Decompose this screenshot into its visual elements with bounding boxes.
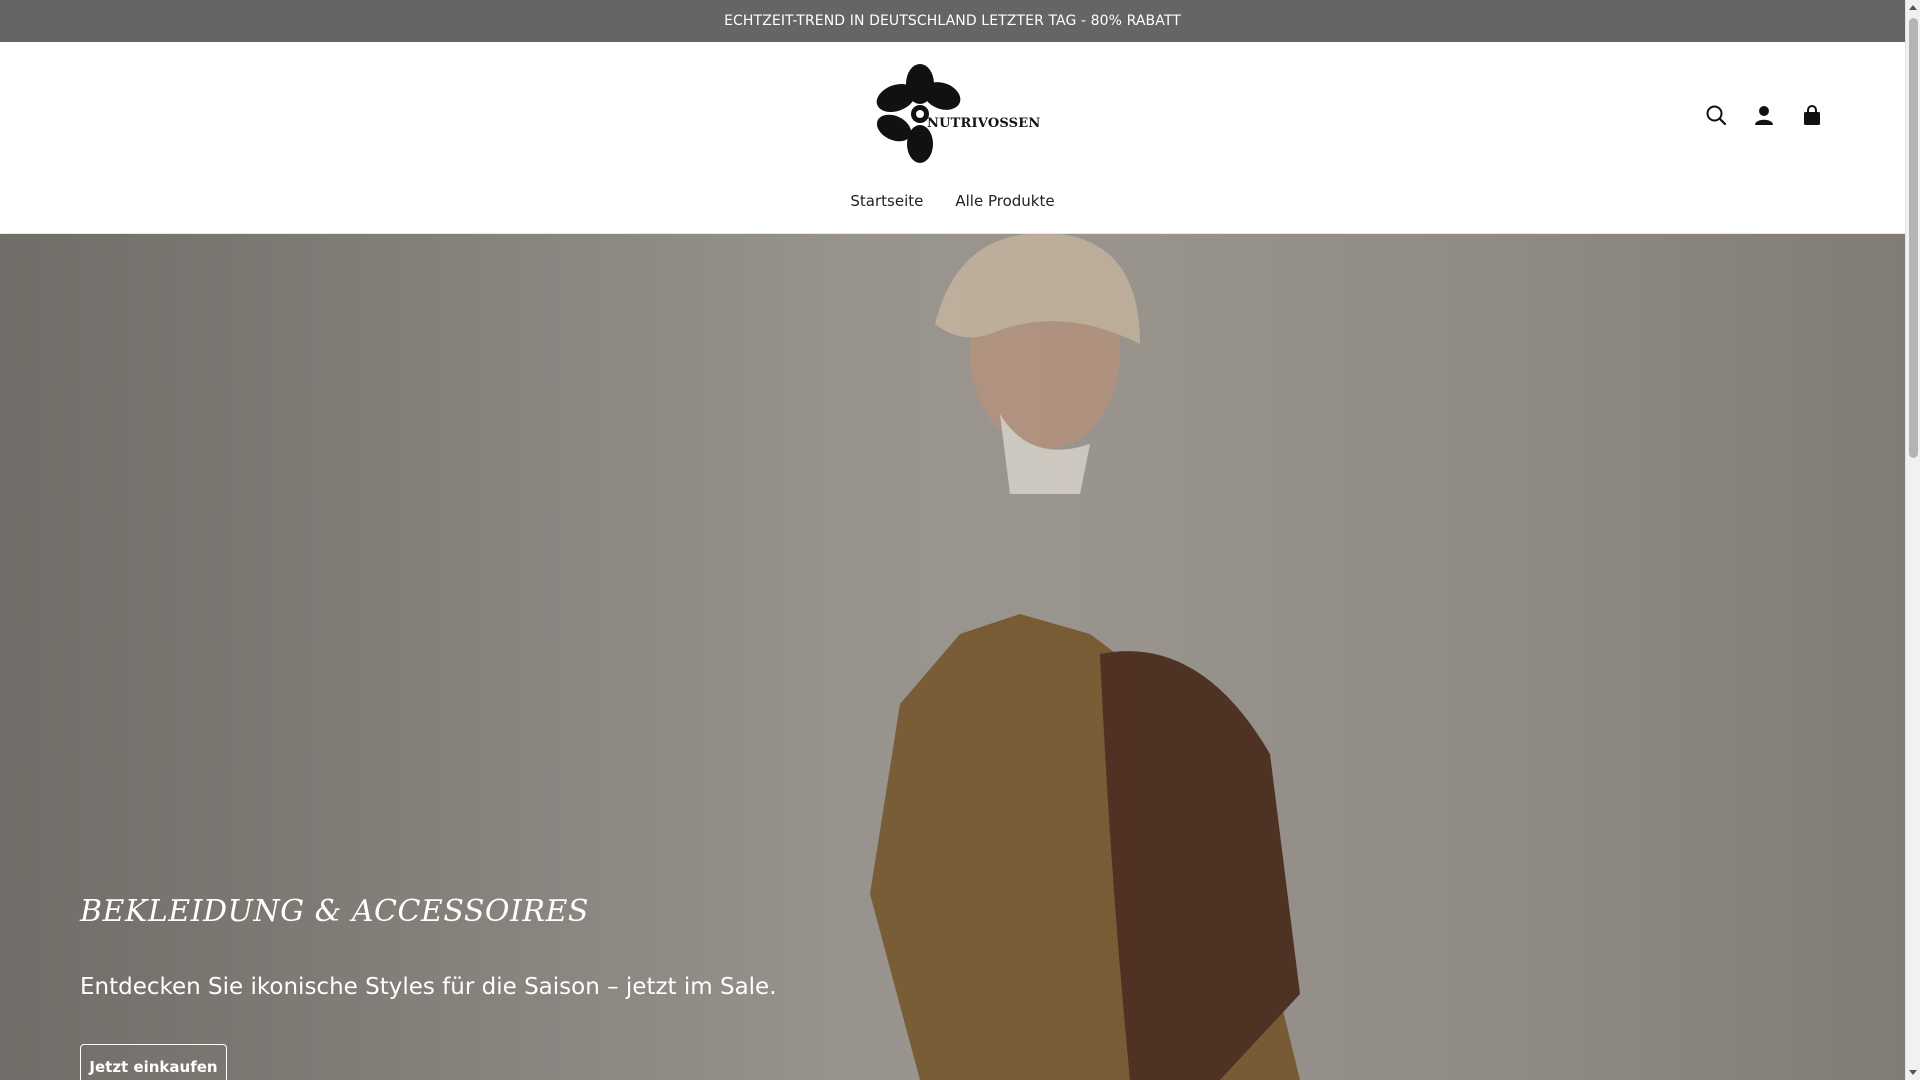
- announcement-bar: ECHTZEIT-TREND IN DEUTSCHLAND LETZTER TA…: [0, 0, 1905, 42]
- logo-wordmark: NUTRIVOSSEN: [927, 116, 1041, 131]
- cart-icon[interactable]: [1799, 102, 1825, 128]
- flower-logo-icon: [876, 64, 961, 163]
- hero-banner: BEKLEIDUNG & ACCESSOIRES Entdecken Sie i…: [0, 234, 1905, 1080]
- hero-overlay: [0, 234, 1905, 1080]
- search-icon[interactable]: [1703, 102, 1729, 128]
- page: ECHTZEIT-TREND IN DEUTSCHLAND LETZTER TA…: [0, 0, 1905, 1080]
- account-icon[interactable]: [1751, 102, 1777, 128]
- brand-logo[interactable]: NUTRIVOSSEN: [872, 62, 1040, 166]
- main-nav: Startseite Alle Produkte: [0, 192, 1905, 210]
- hero-subtitle: Entdecken Sie ikonische Styles für die S…: [80, 974, 777, 1000]
- page-scrollbar[interactable]: [1905, 0, 1920, 1080]
- scroll-down-icon[interactable]: [1909, 1070, 1917, 1075]
- nav-item-startseite[interactable]: Startseite: [850, 192, 923, 210]
- shop-now-button[interactable]: Jetzt einkaufen: [80, 1044, 227, 1080]
- scroll-up-icon[interactable]: [1909, 5, 1917, 10]
- nav-item-alle-produkte[interactable]: Alle Produkte: [955, 192, 1054, 210]
- scrollbar-thumb[interactable]: [1909, 18, 1918, 458]
- site-header: NUTRIVOSSEN Startseite Alle Produkte: [0, 42, 1905, 234]
- header-icons: [1703, 102, 1825, 128]
- hero-title: BEKLEIDUNG & ACCESSOIRES: [80, 894, 589, 929]
- announcement-text: ECHTZEIT-TREND IN DEUTSCHLAND LETZTER TA…: [724, 13, 1181, 29]
